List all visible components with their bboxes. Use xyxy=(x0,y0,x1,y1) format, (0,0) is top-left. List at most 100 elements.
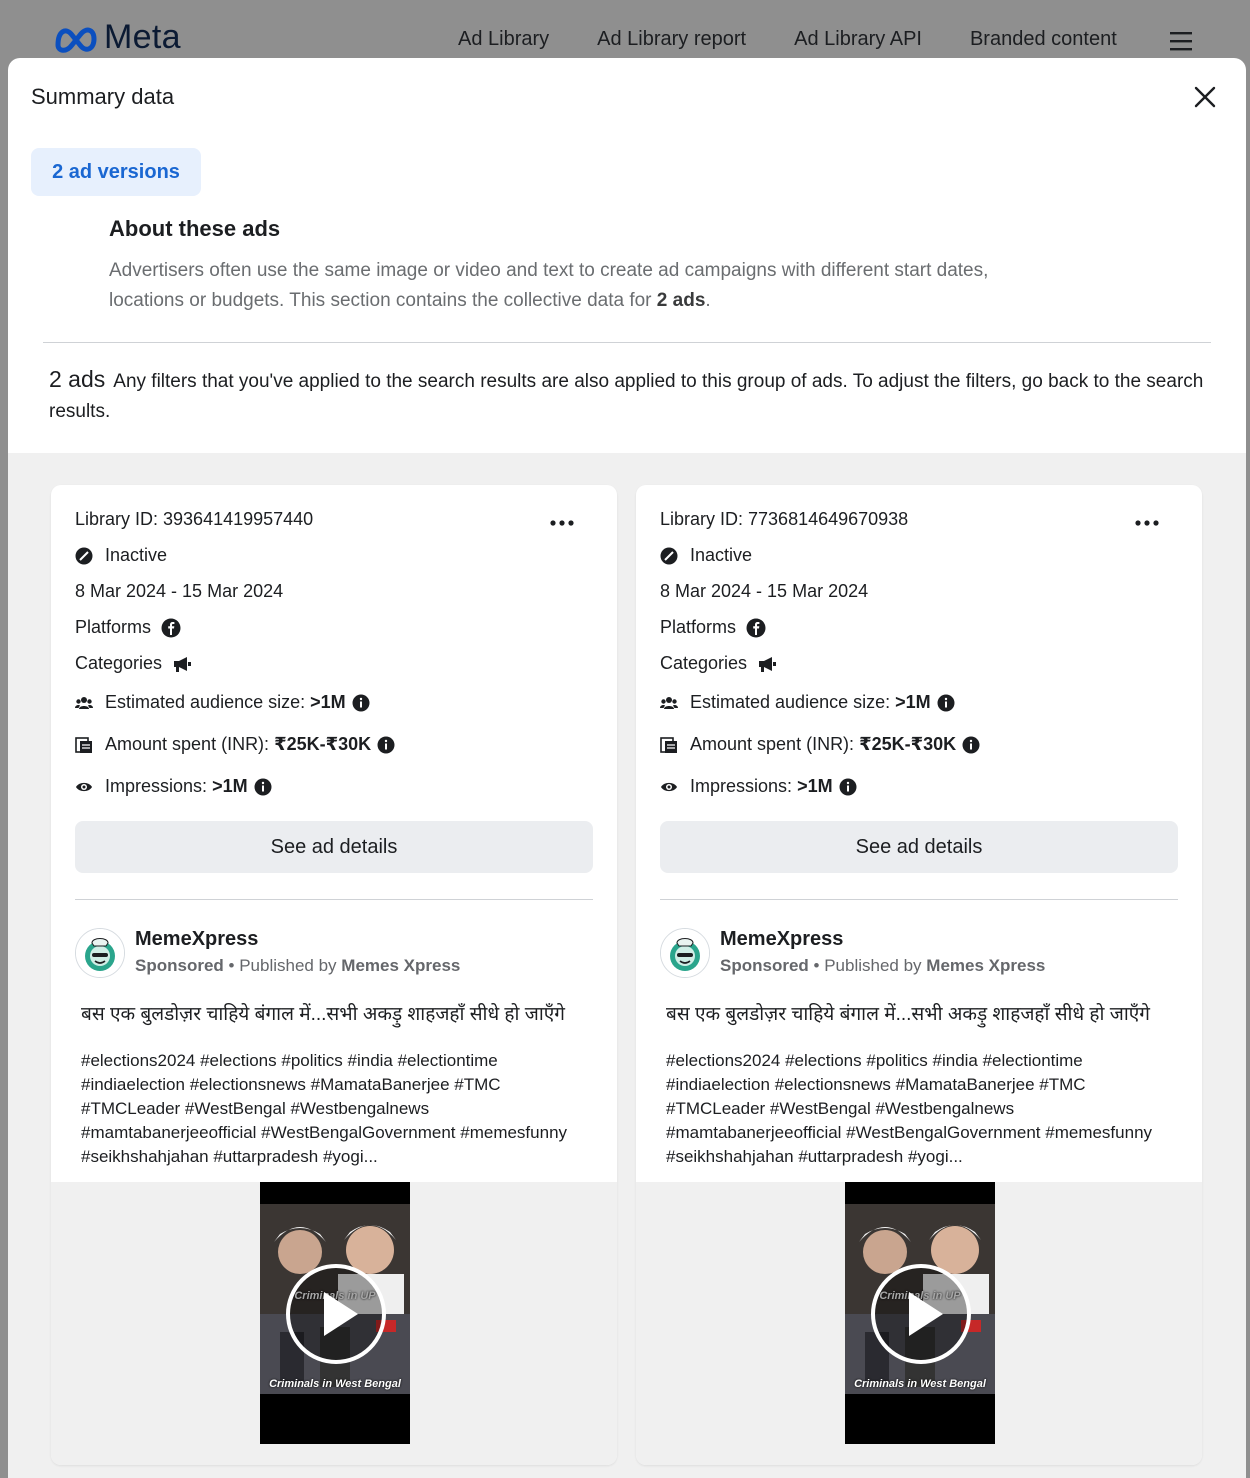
categories-row: Categories xyxy=(75,653,192,674)
status-text: Inactive xyxy=(105,545,168,565)
nav-ad-library-report[interactable]: Ad Library report xyxy=(597,28,746,51)
categories-row: Categories xyxy=(660,653,777,674)
audience-value: >1M xyxy=(310,692,346,712)
audience-icon xyxy=(660,696,678,709)
close-icon[interactable] xyxy=(1190,82,1220,112)
audience-label: Estimated audience size: xyxy=(690,692,891,712)
eye-icon xyxy=(661,782,677,791)
run-dates: 8 Mar 2024 - 15 Mar 2024 xyxy=(75,581,284,601)
ad-video[interactable]: Criminals in UP Criminals in West Bengal xyxy=(260,1182,410,1444)
impressions-label: Impressions: xyxy=(105,776,208,796)
video-caption-bottom: Criminals in West Bengal xyxy=(854,1378,986,1390)
spent-label: Amount spent (INR): xyxy=(105,734,270,754)
media-area: Criminals in UP Criminals in West Bengal xyxy=(51,1182,617,1465)
media-area: Criminals in UP Criminals in West Bengal xyxy=(636,1182,1202,1465)
published-by-label: • Published by xyxy=(813,956,922,975)
status-row: Inactive xyxy=(75,545,167,566)
platforms-label: Platforms xyxy=(660,617,737,637)
more-options-icon[interactable] xyxy=(1132,513,1162,533)
categories-label: Categories xyxy=(75,653,163,673)
facebook-icon xyxy=(161,618,181,637)
about-description: Advertisers often use the same image or … xyxy=(109,260,989,311)
library-id: Library ID: 393641419957440 xyxy=(75,509,314,529)
impressions-value: >1M xyxy=(797,776,833,796)
ads-count: 2 ads xyxy=(49,366,106,392)
avatar[interactable] xyxy=(75,928,125,978)
publisher-name[interactable]: Memes Xpress xyxy=(341,956,460,975)
money-icon xyxy=(660,736,677,753)
publisher-name[interactable]: Memes Xpress xyxy=(926,956,1045,975)
page-name[interactable]: MemeXpress xyxy=(135,928,258,951)
platforms-row: Platforms xyxy=(660,617,766,638)
see-ad-details-button[interactable]: See ad details xyxy=(660,821,1178,873)
audience-icon xyxy=(75,696,93,709)
about-title: About these ads xyxy=(109,216,281,241)
impressions-row: Impressions: >1M xyxy=(660,776,857,797)
ad-card: Library ID: 7736814649670938 Inactive 8 … xyxy=(636,485,1202,1465)
play-icon[interactable] xyxy=(284,1262,388,1366)
meta-logo[interactable]: Meta xyxy=(54,18,181,57)
nav-ad-library[interactable]: Ad Library xyxy=(458,28,549,51)
audience-label: Estimated audience size: xyxy=(105,692,306,712)
menu-icon[interactable] xyxy=(1170,30,1192,52)
avatar[interactable] xyxy=(660,928,710,978)
spent-row: Amount spent (INR): ₹25K-₹30K xyxy=(75,734,395,755)
page-avatar-icon xyxy=(661,929,709,977)
info-icon[interactable] xyxy=(839,778,857,796)
eye-icon xyxy=(76,782,92,791)
status-row: Inactive xyxy=(660,545,752,566)
nav-branded-content[interactable]: Branded content xyxy=(970,28,1117,51)
sponsored-label: Sponsored xyxy=(135,956,224,975)
sponsored-line: Sponsored • Published by Memes Xpress xyxy=(135,956,460,976)
categories-label: Categories xyxy=(660,653,748,673)
sponsored-line: Sponsored • Published by Memes Xpress xyxy=(720,956,1045,976)
ad-card: Library ID: 393641419957440 Inactive 8 M… xyxy=(51,485,617,1465)
megaphone-icon xyxy=(759,656,777,672)
impressions-value: >1M xyxy=(212,776,248,796)
sponsored-label: Sponsored xyxy=(720,956,809,975)
ads-note-text: Any filters that you've applied to the s… xyxy=(49,371,1204,422)
info-icon[interactable] xyxy=(937,694,955,712)
card-divider xyxy=(75,899,593,900)
library-id: Library ID: 7736814649670938 xyxy=(660,509,909,529)
money-icon xyxy=(75,736,92,753)
meta-logo-icon xyxy=(55,27,97,53)
ad-hashtags: #elections2024 #elections #politics #ind… xyxy=(666,1051,1153,1166)
status-text: Inactive xyxy=(690,545,753,565)
info-icon[interactable] xyxy=(377,736,395,754)
ad-body-text: बस एक बुलडोज़र चाहिये बंगाल में...सभी अक… xyxy=(81,1004,565,1025)
nav-ad-library-api[interactable]: Ad Library API xyxy=(794,28,922,51)
card-divider xyxy=(660,899,1178,900)
section-divider xyxy=(43,342,1211,343)
see-ad-details-button[interactable]: See ad details xyxy=(75,821,593,873)
page-avatar-icon xyxy=(76,929,124,977)
ad-video[interactable]: Criminals in UP Criminals in West Bengal xyxy=(845,1182,995,1444)
inactive-icon xyxy=(75,547,93,564)
tab-ad-versions[interactable]: 2 ad versions xyxy=(31,148,201,196)
spent-label: Amount spent (INR): xyxy=(690,734,855,754)
impressions-label: Impressions: xyxy=(690,776,793,796)
modal-title: Summary data xyxy=(31,84,175,109)
run-dates: 8 Mar 2024 - 15 Mar 2024 xyxy=(660,581,869,601)
megaphone-icon xyxy=(174,656,192,672)
facebook-icon xyxy=(746,618,766,637)
info-icon[interactable] xyxy=(962,736,980,754)
about-section: About these ads Advertisers often use th… xyxy=(109,216,1009,316)
play-icon[interactable] xyxy=(869,1262,973,1366)
top-nav: Ad Library Ad Library report Ad Library … xyxy=(458,28,1192,51)
audience-row: Estimated audience size: >1M xyxy=(660,692,955,713)
audience-row: Estimated audience size: >1M xyxy=(75,692,370,713)
brand-name: Meta xyxy=(104,18,181,56)
ad-body-text: बस एक बुलडोज़र चाहिये बंगाल में...सभी अक… xyxy=(666,1004,1150,1025)
spent-value: ₹25K-₹30K xyxy=(859,734,957,754)
spent-row: Amount spent (INR): ₹25K-₹30K xyxy=(660,734,980,755)
summary-modal: Summary data 2 ad versions About these a… xyxy=(8,58,1246,1478)
inactive-icon xyxy=(660,547,678,564)
info-icon[interactable] xyxy=(352,694,370,712)
more-options-icon[interactable] xyxy=(547,513,577,533)
impressions-row: Impressions: >1M xyxy=(75,776,272,797)
info-icon[interactable] xyxy=(254,778,272,796)
ad-hashtags: #elections2024 #elections #politics #ind… xyxy=(81,1051,568,1166)
published-by-label: • Published by xyxy=(228,956,337,975)
page-name[interactable]: MemeXpress xyxy=(720,928,843,951)
